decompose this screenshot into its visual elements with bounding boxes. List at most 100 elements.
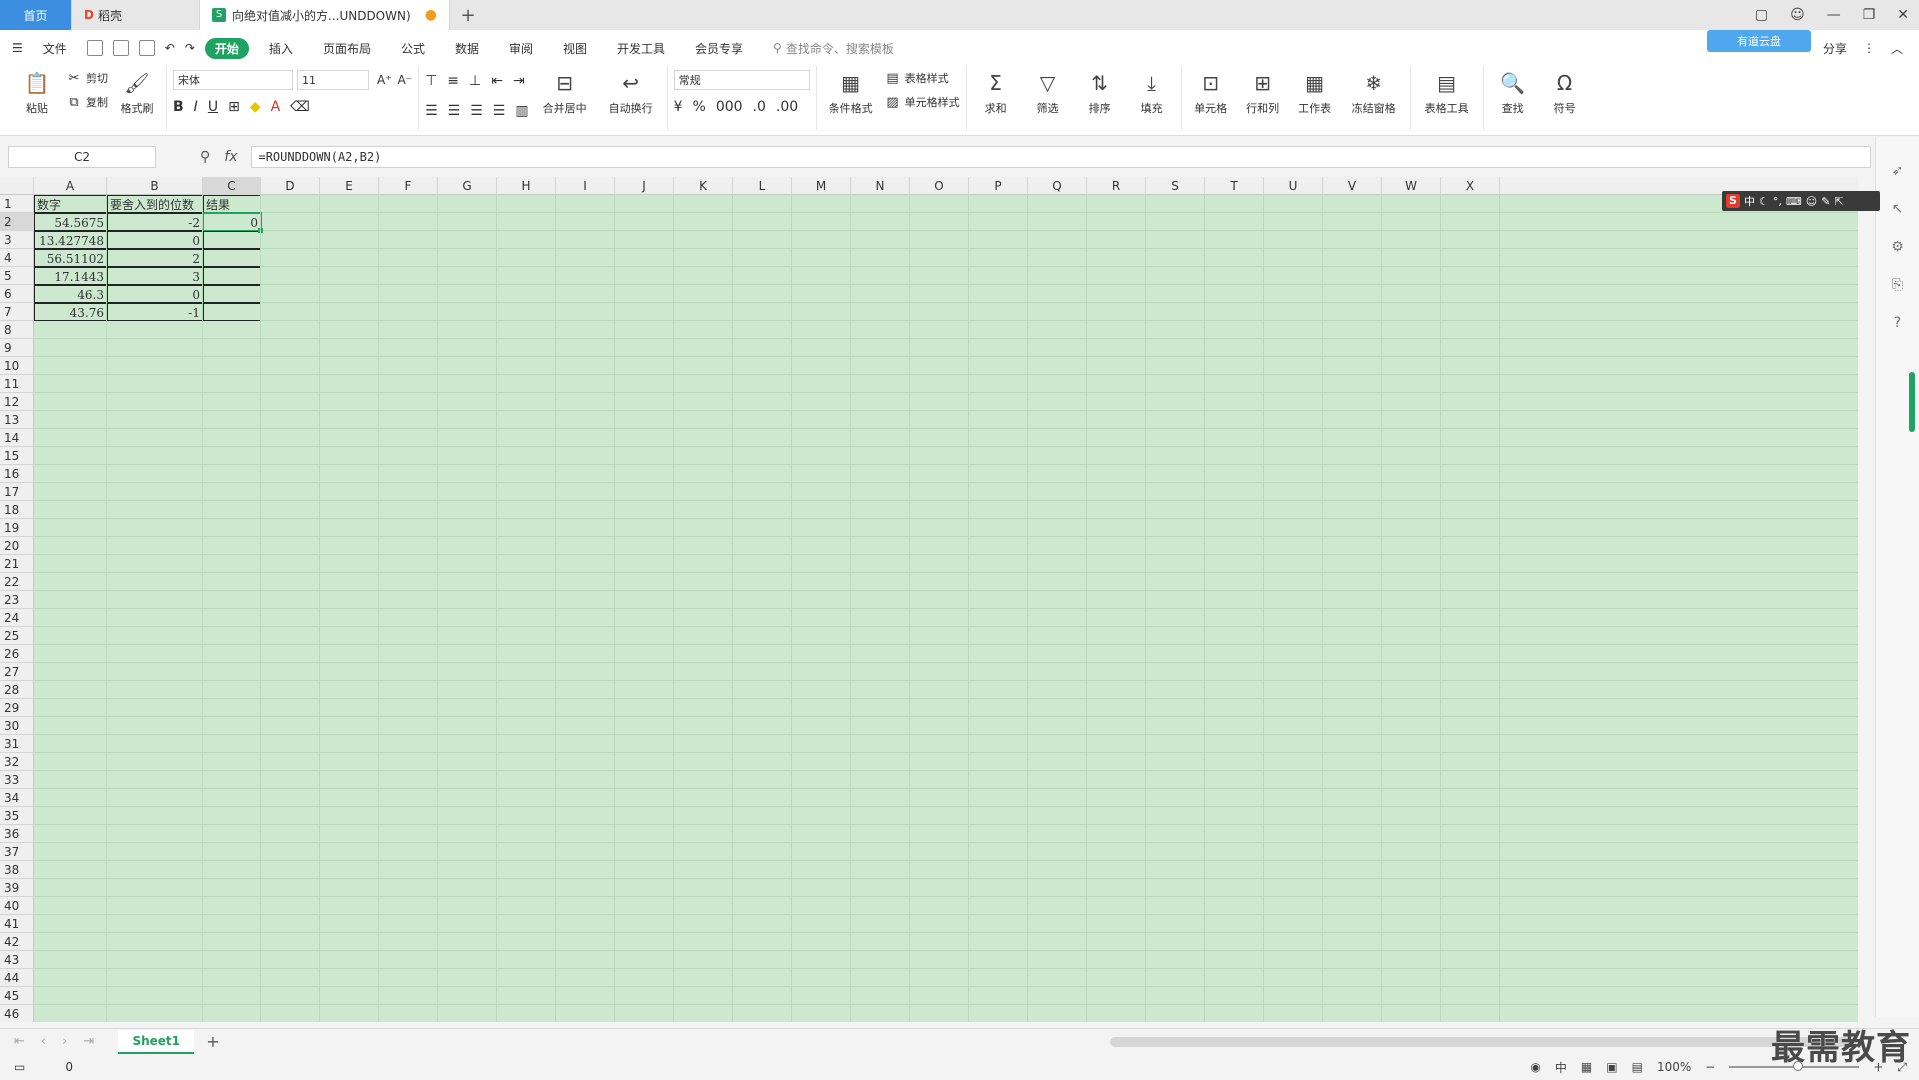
font-color-icon[interactable]: A xyxy=(271,99,281,115)
table-cell[interactable] xyxy=(203,249,261,267)
cut-button[interactable]: ✂ 剪切 xyxy=(66,70,108,86)
row-header-9[interactable]: 9 xyxy=(0,339,34,357)
thousands-icon[interactable]: 000 xyxy=(716,99,743,115)
table-cell[interactable] xyxy=(203,285,261,303)
selected-cell-c2[interactable]: 0 xyxy=(202,212,262,232)
column-header-t[interactable]: T xyxy=(1205,177,1264,195)
menu-item-member[interactable]: 会员专享 xyxy=(685,38,753,59)
undo-icon[interactable]: ↶ xyxy=(165,41,175,55)
row-header-37[interactable]: 37 xyxy=(0,843,34,861)
table-cell[interactable] xyxy=(203,303,261,321)
format-painter-button[interactable]: 🖌 格式刷 xyxy=(114,70,160,116)
cell-style-button[interactable]: ▨ 单元格样式 xyxy=(885,94,959,110)
table-cell[interactable]: 2 xyxy=(107,249,203,267)
row-header-1[interactable]: 1 xyxy=(0,195,34,213)
row-header-33[interactable]: 33 xyxy=(0,771,34,789)
formula-input[interactable]: =ROUNDDOWN(A2,B2) xyxy=(251,146,1872,168)
column-header-r[interactable]: R xyxy=(1087,177,1146,195)
table-cell[interactable]: 0 xyxy=(107,285,203,303)
table-cell[interactable]: 0 xyxy=(107,231,203,249)
header-cell-result[interactable]: 结果 xyxy=(203,195,261,213)
header-cell-number[interactable]: 数字 xyxy=(34,195,107,213)
table-cell[interactable] xyxy=(203,267,261,285)
table-cell[interactable]: -2 xyxy=(107,213,203,231)
row-header-43[interactable]: 43 xyxy=(0,951,34,969)
indent-increase-icon[interactable]: ⇥ xyxy=(513,73,525,89)
column-header-j[interactable]: J xyxy=(615,177,674,195)
wrap-text-button[interactable]: ↩ 自动换行 xyxy=(601,70,661,116)
row-header-32[interactable]: 32 xyxy=(0,753,34,771)
row-header-23[interactable]: 23 xyxy=(0,591,34,609)
row-header-13[interactable]: 13 xyxy=(0,411,34,429)
user-icon[interactable]: ☺ xyxy=(1806,195,1817,208)
column-header-f[interactable]: F xyxy=(379,177,438,195)
row-header-5[interactable]: 5 xyxy=(0,267,34,285)
table-cell[interactable]: 17.1443 xyxy=(34,267,107,285)
row-header-18[interactable]: 18 xyxy=(0,501,34,519)
row-header-24[interactable]: 24 xyxy=(0,609,34,627)
keyboard-icon[interactable]: ⌨ xyxy=(1786,195,1802,208)
find-button[interactable]: 🔍 查找 xyxy=(1490,70,1536,116)
column-header-p[interactable]: P xyxy=(969,177,1028,195)
table-cell[interactable]: 43.76 xyxy=(34,303,107,321)
column-header-q[interactable]: Q xyxy=(1028,177,1087,195)
column-header-o[interactable]: O xyxy=(910,177,969,195)
row-header-15[interactable]: 15 xyxy=(0,447,34,465)
align-left-icon[interactable]: ☰ xyxy=(425,103,438,119)
row-header-19[interactable]: 19 xyxy=(0,519,34,537)
new-doc-icon[interactable] xyxy=(86,40,103,56)
moon-icon[interactable]: ☾ xyxy=(1759,195,1769,208)
column-header-w[interactable]: W xyxy=(1382,177,1441,195)
row-header-17[interactable]: 17 xyxy=(0,483,34,501)
row-header-34[interactable]: 34 xyxy=(0,789,34,807)
indent-decrease-icon[interactable]: ⇤ xyxy=(491,73,503,89)
row-header-3[interactable]: 3 xyxy=(0,231,34,249)
row-header-20[interactable]: 20 xyxy=(0,537,34,555)
sort-button[interactable]: ⇅ 排序 xyxy=(1077,70,1123,116)
paste-button[interactable]: 📋 粘贴 xyxy=(14,70,60,116)
normal-view-icon[interactable]: ▦ xyxy=(1581,1060,1592,1074)
share-button[interactable]: 分享 xyxy=(1823,40,1847,57)
zoom-formula-icon[interactable]: ⚲ xyxy=(200,149,210,165)
expand-icon[interactable]: ⇱ xyxy=(1834,195,1843,208)
status-icon[interactable]: ▭ xyxy=(14,1060,25,1074)
merge-center-button[interactable]: ⊟ 合并居中 xyxy=(535,70,595,116)
row-header-46[interactable]: 46 xyxy=(0,1005,34,1022)
print-icon[interactable] xyxy=(138,40,155,56)
add-sheet-button[interactable]: + xyxy=(206,1032,219,1051)
column-header-d[interactable]: D xyxy=(261,177,320,195)
currency-icon[interactable]: ¥ xyxy=(674,99,683,115)
close-icon[interactable]: ✕ xyxy=(1897,7,1909,23)
increase-decimal-icon[interactable]: .0 xyxy=(753,99,766,115)
fx-icon[interactable]: fx xyxy=(224,149,237,165)
restore-icon[interactable]: ❐ xyxy=(1863,7,1876,23)
row-header-14[interactable]: 14 xyxy=(0,429,34,447)
row-header-40[interactable]: 40 xyxy=(0,897,34,915)
borders-icon[interactable]: ⊞ xyxy=(228,99,240,115)
row-header-30[interactable]: 30 xyxy=(0,717,34,735)
layout-icon[interactable]: ▢ xyxy=(1755,7,1768,23)
minimize-icon[interactable]: — xyxy=(1827,7,1841,23)
font-size-select[interactable]: 11 xyxy=(297,70,369,90)
underline-icon[interactable]: U xyxy=(208,99,218,115)
spreadsheet-grid[interactable]: ABCDEFGHIJKLMNOPQRSTUVWX 1 2 3 4 5 6 7 8 9 10 11 12… xyxy=(0,177,1858,1022)
redo-icon[interactable]: ↷ xyxy=(185,41,195,55)
punctuation-icon[interactable]: °, xyxy=(1773,195,1782,208)
row-header-31[interactable]: 31 xyxy=(0,735,34,753)
row-header-39[interactable]: 39 xyxy=(0,879,34,897)
next-sheet-icon[interactable]: › xyxy=(62,1034,67,1049)
row-header-8[interactable]: 8 xyxy=(0,321,34,339)
new-tab-button[interactable]: + xyxy=(450,0,486,30)
increase-font-icon[interactable]: A⁺ xyxy=(377,73,392,87)
percent-icon[interactable]: % xyxy=(693,99,706,115)
horizontal-scrollbar[interactable] xyxy=(1110,1037,1850,1047)
menu-item-home[interactable]: 开始 xyxy=(204,37,249,59)
justify-icon[interactable]: ☰ xyxy=(493,103,506,119)
input-mode-icon[interactable]: 中 xyxy=(1555,1059,1567,1076)
column-header-v[interactable]: V xyxy=(1323,177,1382,195)
table-cell[interactable]: 46.3 xyxy=(34,285,107,303)
prev-sheet-icon[interactable]: ‹ xyxy=(41,1034,46,1049)
clear-icon[interactable]: ⌫ xyxy=(290,99,310,115)
conditional-format-button[interactable]: ▦ 条件格式 xyxy=(823,70,879,116)
ime-toolbar[interactable]: S 中 ☾ °, ⌨ ☺ ✎ ⇱ xyxy=(1722,191,1880,211)
